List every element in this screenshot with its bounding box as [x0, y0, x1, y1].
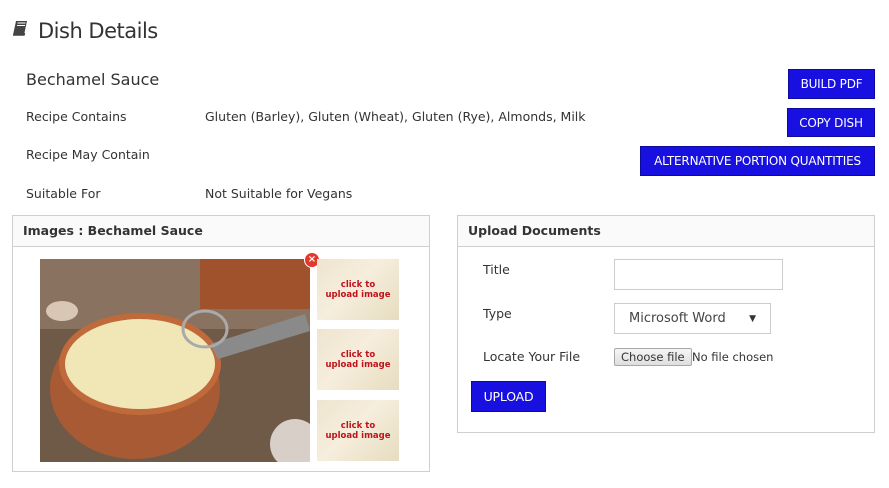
- suitable-for-label: Suitable For: [26, 186, 101, 201]
- upload-image-slot[interactable]: click to upload image: [317, 329, 399, 390]
- upload-panel-title: Upload Documents: [458, 216, 874, 247]
- upload-slot-text: click to: [340, 279, 376, 290]
- images-panel-title: Images : Bechamel Sauce: [13, 216, 429, 247]
- upload-image-slot[interactable]: click to upload image: [317, 259, 399, 320]
- title-label: Title: [483, 262, 510, 277]
- page-title: Dish Details: [12, 18, 158, 43]
- choose-file-button[interactable]: Choose file: [614, 348, 692, 366]
- upload-slot-text: upload image: [325, 359, 391, 370]
- title-input[interactable]: [614, 259, 783, 290]
- build-pdf-button[interactable]: BUILD PDF: [788, 69, 875, 99]
- upload-documents-panel: Upload Documents Title Type Microsoft Wo…: [457, 215, 875, 433]
- dish-name: Bechamel Sauce: [26, 70, 160, 89]
- locate-file-label: Locate Your File: [483, 349, 581, 364]
- alternative-portion-quantities-button[interactable]: ALTERNATIVE PORTION QUANTITIES: [640, 146, 875, 176]
- recipe-may-contain-label: Recipe May Contain: [26, 147, 150, 162]
- page-title-text: Dish Details: [38, 18, 158, 43]
- upload-slot-text: click to: [340, 349, 376, 360]
- suitable-for-value: Not Suitable for Vegans: [205, 186, 353, 201]
- dish-main-image[interactable]: [40, 259, 310, 462]
- upload-button[interactable]: UPLOAD: [471, 381, 546, 412]
- caret-down-icon: ▼: [749, 313, 756, 324]
- upload-image-slot[interactable]: click to upload image: [317, 400, 399, 461]
- type-select-value: Microsoft Word: [629, 311, 726, 326]
- book-icon: [12, 18, 32, 43]
- type-label: Type: [483, 306, 512, 321]
- upload-slot-text: upload image: [325, 289, 391, 300]
- file-status: No file chosen: [692, 350, 774, 364]
- upload-slot-text: upload image: [325, 430, 391, 441]
- upload-slot-text: click to: [340, 420, 376, 431]
- type-select[interactable]: Microsoft Word ▼: [614, 303, 771, 334]
- copy-dish-button[interactable]: COPY DISH: [787, 108, 875, 137]
- recipe-contains-value: Gluten (Barley), Gluten (Wheat), Gluten …: [205, 109, 586, 124]
- images-panel: Images : Bechamel Sauce × click to upload…: [12, 215, 430, 472]
- recipe-contains-label: Recipe Contains: [26, 109, 127, 124]
